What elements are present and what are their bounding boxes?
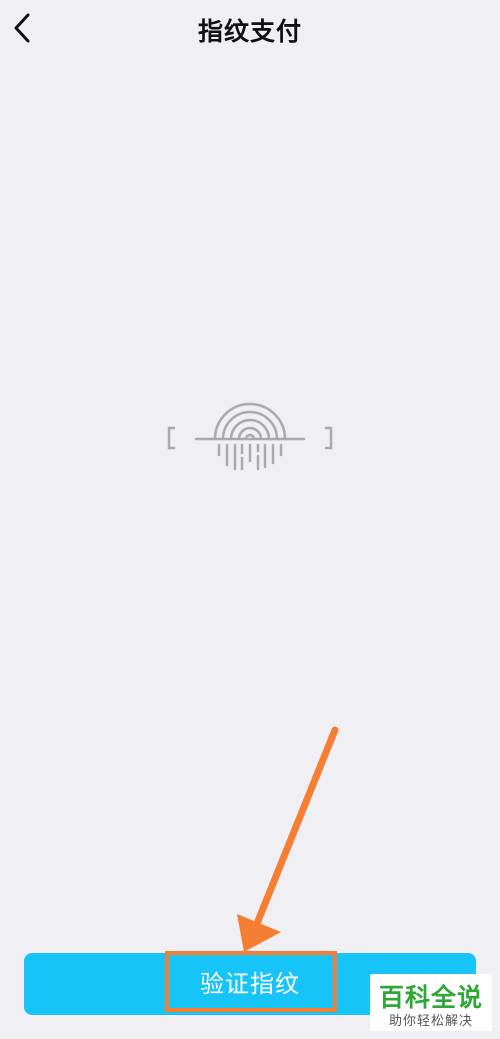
fingerprint-icon	[167, 402, 333, 471]
arrow-icon	[237, 726, 339, 952]
watermark-subtitle: 助你轻松解决	[388, 1014, 473, 1029]
watermark-logo: 百科全说 助你轻松解决	[370, 974, 492, 1031]
header-bar: 指纹支付	[0, 0, 500, 58]
page-title: 指纹支付	[197, 17, 302, 46]
watermark-title: 百科全说	[378, 983, 483, 1012]
fingerprint-scan-area	[160, 395, 340, 475]
